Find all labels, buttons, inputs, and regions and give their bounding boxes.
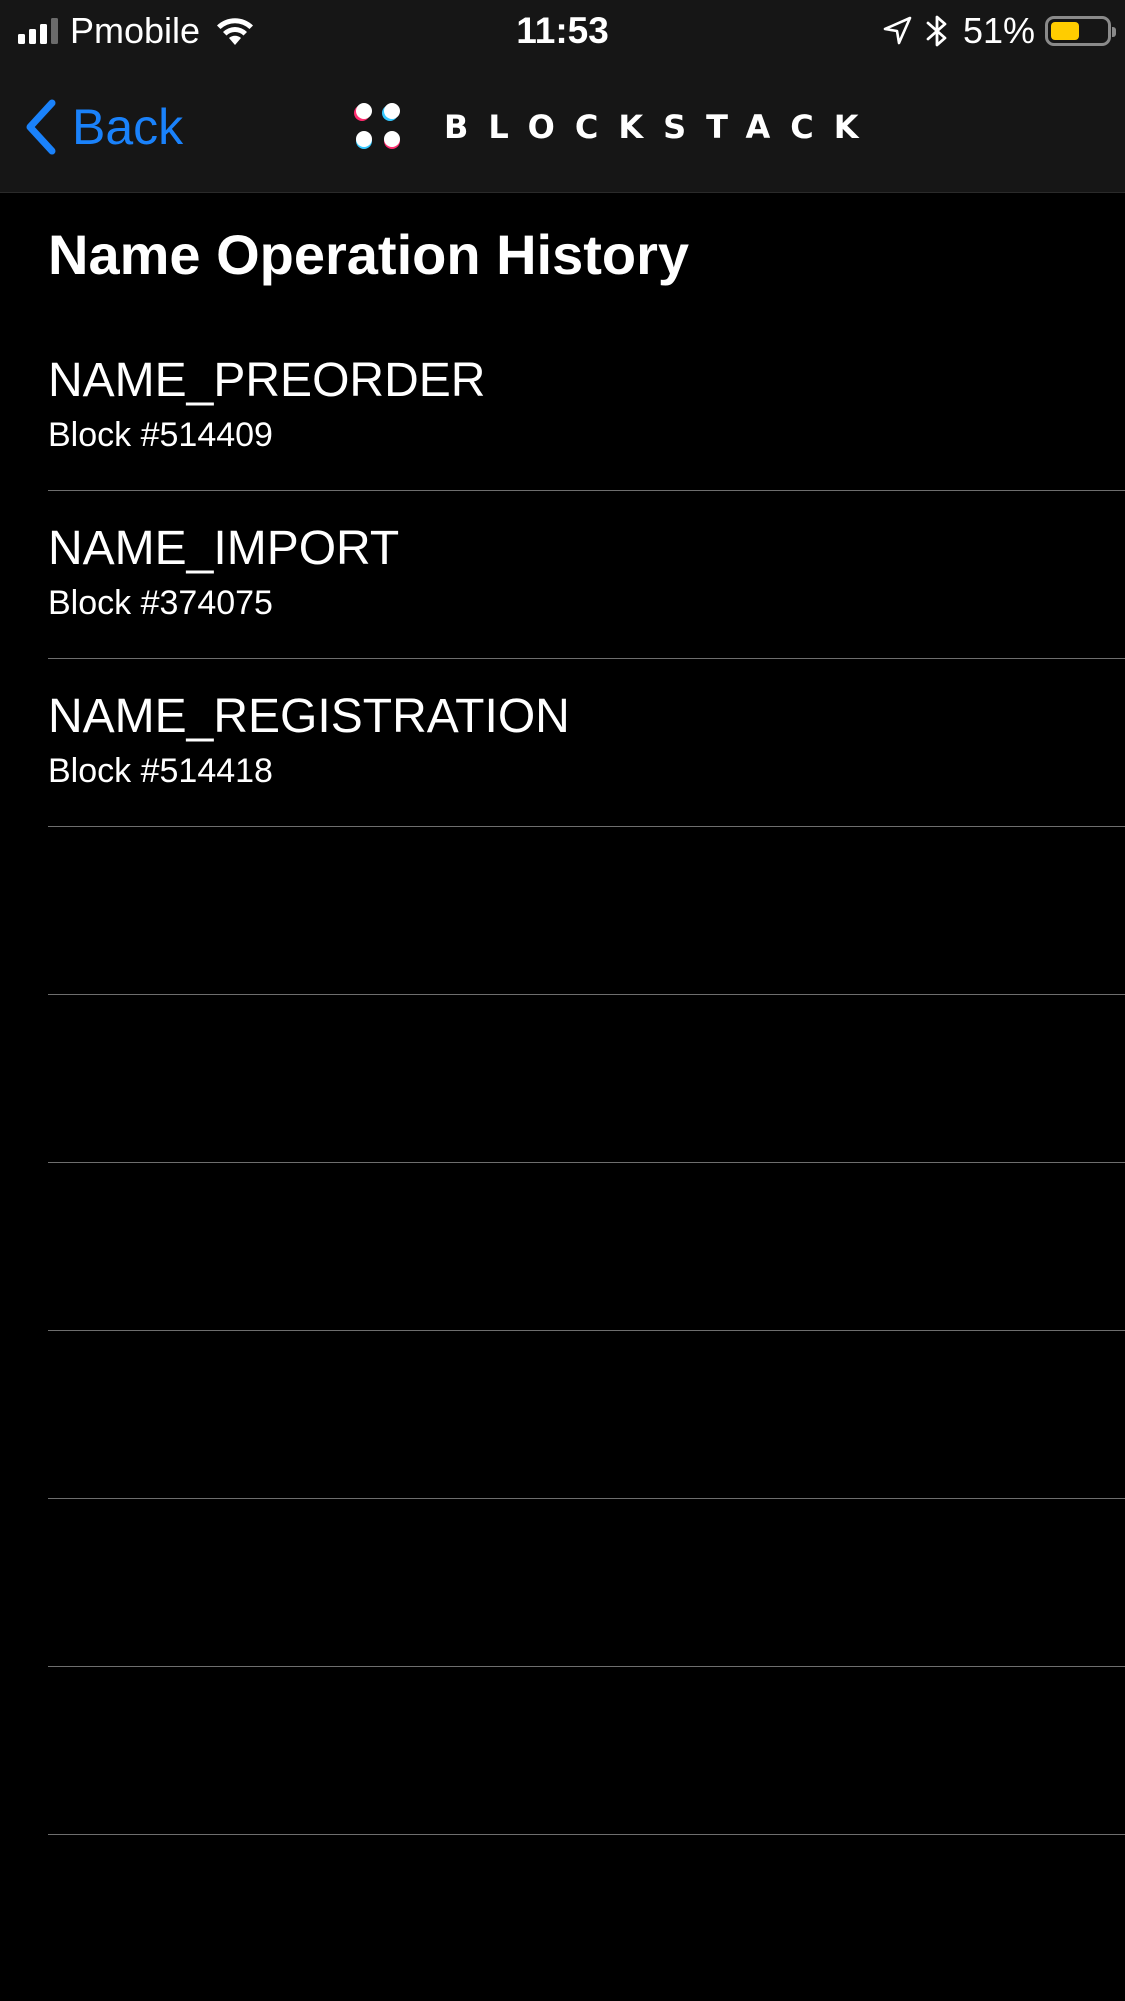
operation-name: NAME_IMPORT [48,522,400,575]
battery-icon [1045,16,1116,46]
location-arrow-icon [881,15,913,47]
operation-history-list: NAME_PREORDER Block #514409 NAME_IMPORT … [48,323,1125,1835]
battery-level-fill [1051,22,1079,40]
status-bar: Pmobile 11:53 51% [0,0,1125,62]
chevron-left-icon [22,97,58,157]
page-title: Name Operation History [48,223,690,286]
block-number: Block #514409 [48,416,273,454]
blockstack-logo-icon [350,99,406,155]
block-number: Block #374075 [48,584,273,622]
operation-name: NAME_REGISTRATION [48,690,570,743]
navigation-bar: Back BLOCKSTACK [0,62,1125,193]
list-item-empty [48,1667,1125,1835]
list-item-empty [48,1331,1125,1499]
battery-percent: 51% [962,10,1035,51]
status-right: 51% [881,8,1116,54]
list-item-empty [48,995,1125,1163]
block-number: Block #514418 [48,752,273,790]
list-item[interactable]: NAME_REGISTRATION Block #514418 [48,659,1125,827]
operation-name: NAME_PREORDER [48,354,486,407]
battery-nub [1112,27,1116,37]
list-item-empty [48,827,1125,995]
list-item[interactable]: NAME_IMPORT Block #374075 [48,491,1125,659]
bluetooth-icon [925,14,949,48]
list-item-empty [48,1163,1125,1331]
brand-logo: BLOCKSTACK [350,97,879,157]
list-item-empty [48,1499,1125,1667]
list-item[interactable]: NAME_PREORDER Block #514409 [48,323,1125,491]
brand-name: BLOCKSTACK [444,108,879,146]
back-button[interactable]: Back [22,97,183,157]
back-label: Back [72,99,184,155]
